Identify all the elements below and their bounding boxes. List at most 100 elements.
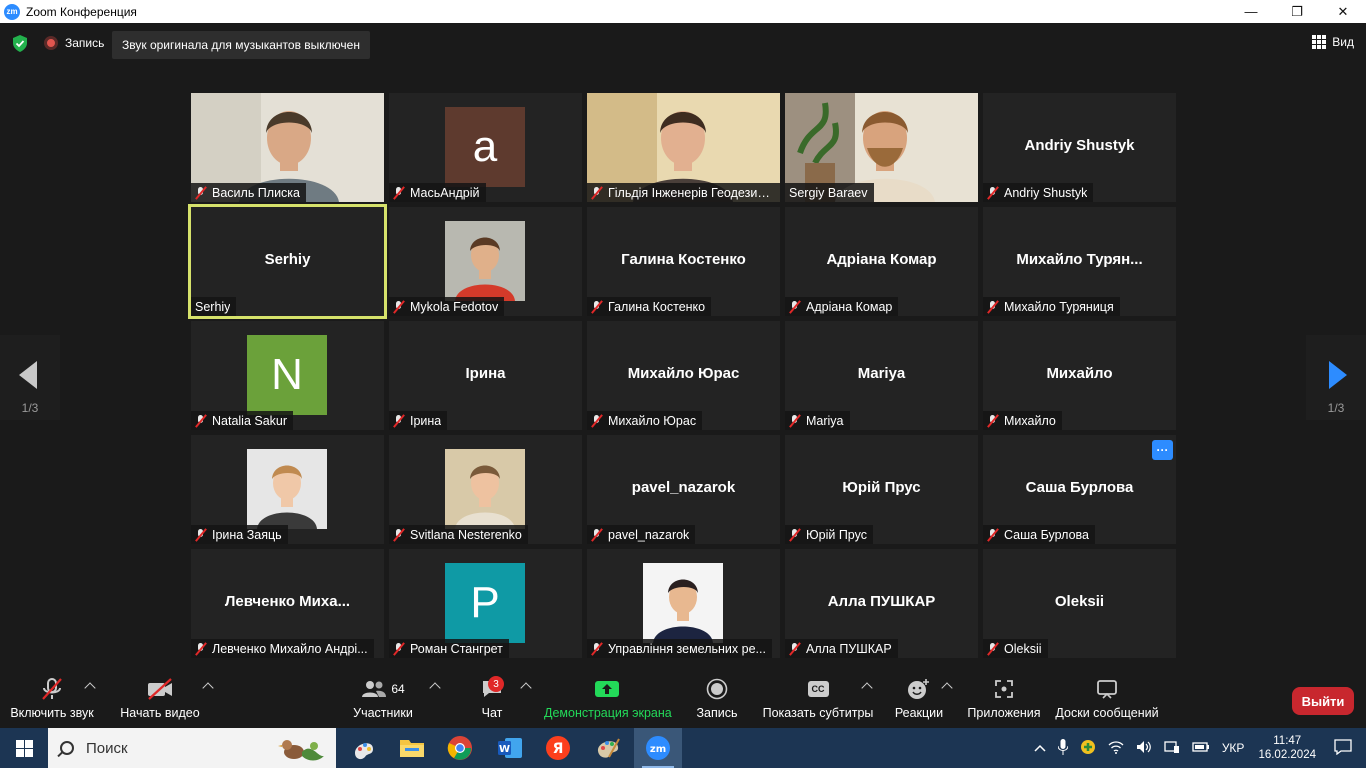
yandex-browser-icon: Я — [546, 736, 570, 760]
participant-tile[interactable]: Andriy Shustyk Andriy Shustyk — [983, 93, 1176, 202]
participants-icon — [362, 681, 387, 697]
wifi-icon[interactable] — [1108, 740, 1124, 757]
participant-name-label: Саша Бурлова — [983, 525, 1095, 544]
video-gallery: Василь Плиска a МасьАндрій Гільдія Інженер… — [188, 92, 1176, 658]
participant-tile[interactable]: Гільдія Інженерів Геодезист... — [587, 93, 780, 202]
participant-tile[interactable]: Sergiy Baraev — [785, 93, 978, 202]
taskbar-file-explorer[interactable] — [388, 728, 436, 768]
participant-tile[interactable]: Михайло Михайло — [983, 321, 1176, 430]
mic-muted-icon — [393, 528, 405, 542]
microphone-tray-icon[interactable] — [1057, 738, 1069, 758]
participant-tile[interactable]: Ірина Ірина — [389, 321, 582, 430]
participant-name: Mykola Fedotov — [410, 299, 499, 314]
taskbar-paint3d[interactable] — [340, 728, 388, 768]
meeting-toolbar: Включить звук Начать видео 64 Участники — [0, 672, 1366, 728]
arrow-left-icon — [19, 361, 37, 389]
participant-name-label: Mariya — [785, 411, 850, 430]
participant-tile[interactable]: Mariya Mariya — [785, 321, 978, 430]
participant-display-name: Andriy Shustyk — [1024, 137, 1135, 154]
participant-tile[interactable]: Михайло Юрас Михайло Юрас — [587, 321, 780, 430]
participant-tile[interactable]: N Natalia Sakur — [191, 321, 384, 430]
participants-chevron-icon[interactable] — [429, 682, 441, 694]
record-button[interactable]: Запись — [690, 672, 744, 728]
window-title: Zoom Конференция — [26, 4, 137, 19]
participant-tile[interactable]: Василь Плиска — [191, 93, 384, 202]
participant-profile-photo — [445, 221, 525, 301]
recording-label: Запись — [65, 36, 105, 50]
taskbar-zoom[interactable]: zm — [634, 728, 682, 768]
security-shield-icon[interactable] — [12, 35, 28, 52]
input-language[interactable]: УКР — [1222, 741, 1245, 755]
paint-palette-icon — [597, 738, 620, 758]
participant-name-label: Юрій Прус — [785, 525, 873, 544]
chat-chevron-icon[interactable] — [520, 682, 532, 694]
reactions-button[interactable]: Реакции — [892, 672, 946, 728]
participant-display-name: Галина Костенко — [621, 251, 746, 268]
taskbar-yandex[interactable]: Я — [534, 728, 582, 768]
participant-tile[interactable]: Галина Костенко Галина Костенко — [587, 207, 780, 316]
participant-name-label: Роман Стангрет — [389, 639, 509, 658]
participant-tile[interactable]: Алла ПУШКАР Алла ПУШКАР — [785, 549, 978, 658]
participant-tile[interactable]: Михайло Турян... Михайло Туряниця — [983, 207, 1176, 316]
taskbar-paint[interactable] — [584, 728, 632, 768]
video-options-chevron-icon[interactable] — [202, 682, 214, 694]
arrow-right-icon — [1329, 361, 1347, 389]
participant-tile[interactable]: P Роман Стангрет — [389, 549, 582, 658]
minimize-button[interactable]: — — [1228, 0, 1274, 23]
participant-tile[interactable]: pavel_nazarok pavel_nazarok — [587, 435, 780, 544]
whiteboards-button[interactable]: Доски сообщений — [1054, 672, 1160, 728]
unmute-button[interactable]: Включить звук — [8, 672, 96, 728]
taskbar-word[interactable]: W — [486, 728, 534, 768]
next-page-button[interactable]: 1/3 — [1306, 335, 1366, 420]
app-tray-icon[interactable] — [1080, 739, 1096, 758]
tray-overflow-chevron-icon[interactable] — [1034, 741, 1046, 755]
chat-button[interactable]: 3 Чат — [470, 672, 514, 728]
recording-indicator[interactable]: Запись — [44, 36, 104, 50]
mic-muted-icon — [789, 414, 801, 428]
battery-icon[interactable] — [1192, 741, 1210, 756]
participant-tile[interactable]: Юрій Прус Юрій Прус — [785, 435, 978, 544]
original-sound-button[interactable]: Звук оригинала для музыкантов выключен — [112, 31, 370, 59]
participant-tile[interactable]: Управління земельних ре... — [587, 549, 780, 658]
participant-name: Михайло — [1004, 413, 1056, 428]
close-button[interactable]: ✕ — [1320, 0, 1366, 23]
start-video-button[interactable]: Начать видео — [118, 672, 202, 728]
participant-tile[interactable]: Svitlana Nesterenko — [389, 435, 582, 544]
mic-muted-icon — [789, 642, 801, 656]
volume-icon[interactable] — [1136, 740, 1152, 757]
mic-muted-icon — [987, 300, 999, 314]
participants-button[interactable]: 64 Участники — [350, 672, 416, 728]
network-icon[interactable] — [1164, 740, 1180, 757]
start-button[interactable] — [0, 728, 48, 768]
participant-tile[interactable]: Ірина Заяць — [191, 435, 384, 544]
participant-display-name: Serhiy — [264, 251, 311, 268]
word-icon: W — [498, 738, 522, 758]
view-button[interactable]: Вид — [1312, 35, 1354, 49]
participant-tile[interactable]: Левченко Миха... Левченко Михайло Андрі..… — [191, 549, 384, 658]
participant-tile[interactable]: a МасьАндрій — [389, 93, 582, 202]
page-indicator-right: 1/3 — [1327, 401, 1345, 415]
taskbar-clock[interactable]: 11:47 16.02.2024 — [1258, 734, 1316, 762]
participant-tile[interactable]: Mykola Fedotov — [389, 207, 582, 316]
prev-page-button[interactable]: 1/3 — [0, 335, 60, 420]
taskbar-chrome[interactable] — [436, 728, 484, 768]
share-screen-icon — [595, 681, 619, 697]
participant-name-label: Serhiy — [191, 297, 237, 316]
captions-button[interactable]: CC Показать субтитры — [762, 672, 874, 728]
participant-display-name: pavel_nazarok — [631, 479, 736, 496]
participant-avatar: P — [445, 563, 525, 643]
notifications-icon[interactable] — [1334, 738, 1352, 758]
taskbar-search[interactable]: Поиск — [48, 728, 336, 768]
participant-tile[interactable]: Oleksii Oleksii — [983, 549, 1176, 658]
participant-tile[interactable]: Саша Бурлова Саша Бурлова ··· — [983, 435, 1176, 544]
apps-button[interactable]: Приложения — [964, 672, 1044, 728]
tile-more-options-button[interactable]: ··· — [1152, 440, 1173, 460]
participant-tile[interactable]: Serhiy Serhiy — [188, 204, 387, 319]
participant-name: Адріана Комар — [806, 299, 893, 314]
participants-count: 64 — [391, 682, 405, 696]
leave-meeting-button[interactable]: Выйти — [1292, 687, 1354, 715]
share-screen-button[interactable]: Демонстрация экрана — [544, 672, 672, 728]
participant-display-name: Алла ПУШКАР — [827, 593, 936, 610]
maximize-button[interactable]: ❐ — [1274, 0, 1320, 23]
participant-tile[interactable]: Адріана Комар Адріана Комар — [785, 207, 978, 316]
